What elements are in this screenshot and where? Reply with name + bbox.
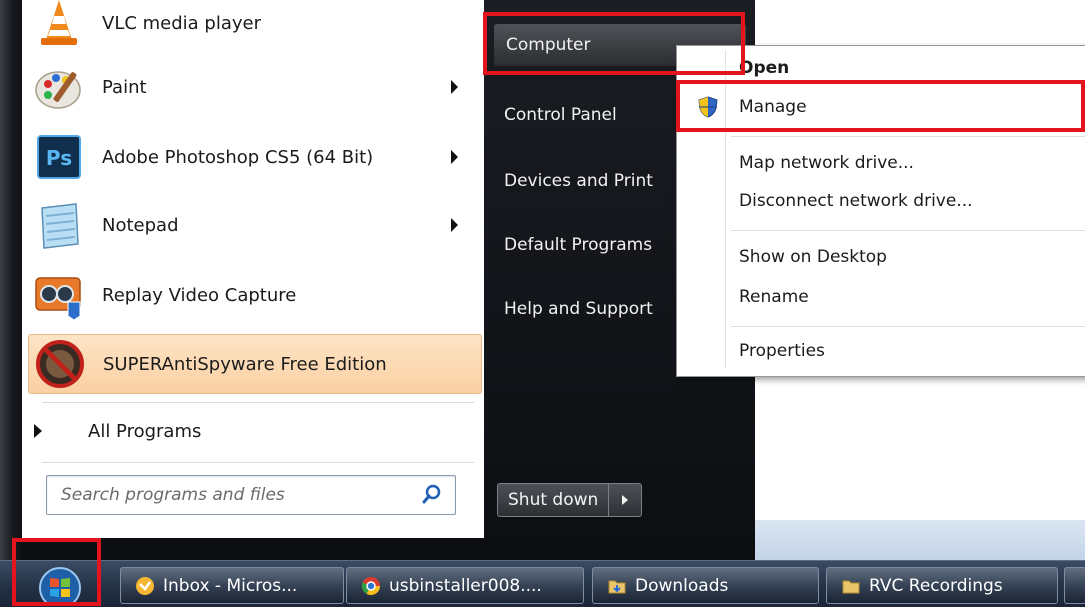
search-divider [42,462,474,463]
right-pane-item-default-programs[interactable]: Default Programs [504,228,652,262]
annotation-box-manage [676,80,1085,132]
background-window-strip [755,520,1085,560]
notepad-icon [32,198,86,252]
program-label: VLC media player [102,12,262,34]
taskbar-button-overflow[interactable] [1064,567,1085,604]
all-programs-button[interactable]: All Programs [26,408,476,454]
shutdown-options-arrow-icon[interactable] [609,484,641,516]
context-item-disconnect-network-drive[interactable]: Disconnect network drive... [739,184,973,218]
programs-pane: VLC media player Paint Ps Adobe Photosho… [22,0,484,538]
submenu-arrow-icon[interactable] [451,218,458,232]
program-item-paint[interactable]: Paint [28,58,480,116]
annotation-box-computer [483,12,745,75]
taskbar-button-label: Inbox - Micros... [163,575,298,596]
start-menu: VLC media player Paint Ps Adobe Photosho… [0,0,755,560]
context-item-label: Rename [739,287,809,307]
submenu-arrow-icon[interactable] [451,150,458,164]
search-input[interactable] [59,484,403,506]
context-item-label: Properties [739,341,825,361]
programs-divider [42,402,474,403]
program-item-vlc[interactable]: VLC media player [28,0,480,52]
replay-video-capture-icon [32,268,86,322]
taskbar-button-inbox[interactable]: Inbox - Micros... [120,567,344,604]
program-item-notepad[interactable]: Notepad [28,196,480,254]
all-programs-arrow-icon [34,424,42,438]
taskbar-button-downloads[interactable]: Downloads [592,567,819,604]
right-pane-label: Devices and Print [504,171,653,191]
context-item-properties[interactable]: Properties [739,334,825,368]
right-pane-item-control-panel[interactable]: Control Panel [504,98,617,132]
context-item-label: Disconnect network drive... [739,191,973,211]
photoshop-badge-text: Ps [46,146,72,170]
program-item-replay-video-capture[interactable]: Replay Video Capture [28,266,480,324]
program-label: Paint [102,76,147,98]
search-box[interactable] [46,475,456,515]
vlc-icon [32,0,86,50]
right-pane-label: Control Panel [504,105,617,125]
right-pane-item-help-and-support[interactable]: Help and Support [504,292,653,326]
submenu-arrow-icon[interactable] [451,80,458,94]
context-item-rename[interactable]: Rename [739,280,809,314]
program-item-photoshop[interactable]: Ps Adobe Photoshop CS5 (64 Bit) [28,128,480,186]
all-programs-label: All Programs [88,420,202,442]
program-item-superantispyware[interactable]: SUPERAntiSpyware Free Edition [28,334,482,394]
context-separator [731,326,1085,327]
outlook-icon [135,576,155,596]
program-label: Replay Video Capture [102,284,297,306]
context-item-label: Map network drive... [739,153,914,173]
folder-icon [607,576,627,596]
search-icon[interactable] [421,483,443,509]
superantispyware-icon [33,337,87,391]
chrome-icon [361,576,381,596]
context-separator [731,136,1085,137]
paint-icon [32,60,86,114]
photoshop-icon: Ps [32,130,86,184]
start-menu-left-edge [0,0,22,560]
annotation-box-start [12,538,101,606]
program-label: Notepad [102,214,179,236]
context-item-show-on-desktop[interactable]: Show on Desktop [739,240,887,274]
taskbar-button-label: usbinstaller008.... [389,575,542,596]
context-item-label: Open [739,58,790,78]
right-pane-item-devices-and-printers[interactable]: Devices and Print [504,164,653,198]
shutdown-button[interactable]: Shut down [498,484,610,516]
context-separator [731,230,1085,231]
right-pane-label: Help and Support [504,299,653,319]
taskbar-button-label: RVC Recordings [869,575,1003,596]
taskbar-button-rvc-recordings[interactable]: RVC Recordings [826,567,1058,604]
context-item-map-network-drive[interactable]: Map network drive... [739,146,914,180]
taskbar-button-label: Downloads [635,575,729,596]
program-label: Adobe Photoshop CS5 (64 Bit) [102,146,374,168]
program-label: SUPERAntiSpyware Free Edition [103,353,387,375]
shutdown-button-group: Shut down [497,483,643,517]
right-pane-label: Default Programs [504,235,653,255]
taskbar-button-chrome[interactable]: usbinstaller008.... [346,567,584,604]
folder-icon [841,576,861,596]
context-item-label: Show on Desktop [739,247,887,267]
